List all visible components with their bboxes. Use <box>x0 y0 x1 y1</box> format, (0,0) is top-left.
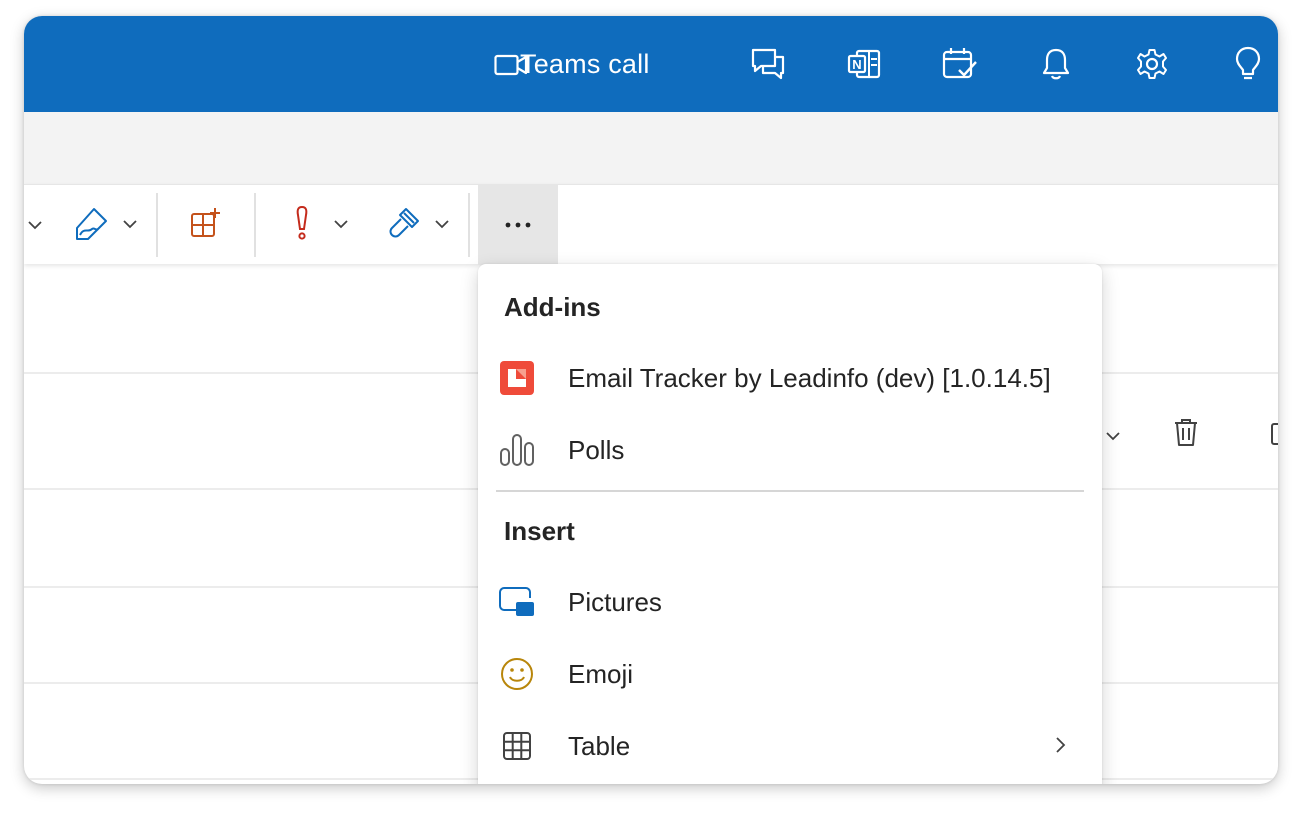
gear-icon[interactable] <box>1132 44 1172 84</box>
chevron-down-icon <box>434 216 450 234</box>
leadinfo-logo-icon <box>498 359 536 397</box>
command-band <box>24 112 1278 184</box>
trash-icon[interactable] <box>1170 414 1202 450</box>
addins-header: Add-ins <box>504 292 601 322</box>
more-options-icon <box>504 216 532 234</box>
menu-item-email-tracker[interactable]: Email Tracker by Leadinfo (dev) [1.0.14.… <box>478 346 1102 410</box>
signature-icon <box>74 205 110 246</box>
top-bar: Teams call N <box>24 16 1278 112</box>
format-painter-button[interactable] <box>384 185 454 265</box>
outlook-window: Teams call N Add-ins Email Tracker by Le… <box>24 16 1278 784</box>
apps-add-button[interactable] <box>180 185 232 265</box>
menu-item-label: Email Tracker by Leadinfo (dev) [1.0.14.… <box>568 362 1051 393</box>
onenote-icon[interactable]: N <box>844 44 884 84</box>
menu-item-polls[interactable]: Polls <box>478 418 1102 482</box>
ribbon-divider <box>254 193 256 257</box>
insert-header: Insert <box>504 516 575 546</box>
calendar-check-icon[interactable] <box>940 44 980 84</box>
chevron-down-icon <box>122 216 138 234</box>
menu-item-label: Table <box>568 730 631 761</box>
menu-item-table[interactable]: Table <box>478 714 1102 778</box>
chevron-down-icon[interactable] <box>1100 426 1126 446</box>
table-grid-icon <box>498 727 536 765</box>
emoji-smile-icon <box>498 655 536 693</box>
video-camera-icon <box>494 54 528 81</box>
archive-icon[interactable] <box>1270 420 1278 448</box>
menu-item-pictures[interactable]: Pictures <box>478 570 1102 634</box>
menu-divider <box>496 490 1084 492</box>
chevron-right-icon <box>1054 736 1066 759</box>
importance-icon <box>293 205 311 246</box>
more-options-button[interactable] <box>478 185 558 265</box>
chevron-down-icon <box>333 216 349 234</box>
teams-call-label: Teams call <box>520 48 650 79</box>
signature-button[interactable] <box>68 185 144 265</box>
format-painter-icon <box>388 207 420 244</box>
ribbon-toolbar <box>24 184 1278 265</box>
svg-text:N: N <box>852 57 861 72</box>
chevron-down-icon[interactable] <box>24 185 46 265</box>
apps-add-icon <box>189 206 223 245</box>
menu-item-label: Pictures <box>568 586 662 617</box>
bell-icon[interactable] <box>1036 44 1076 84</box>
ribbon-divider <box>156 193 158 257</box>
ribbon-divider <box>468 193 470 257</box>
menu-item-label: Polls <box>568 434 625 465</box>
polls-bars-icon <box>498 431 536 469</box>
menu-item-label: Emoji <box>568 658 634 689</box>
teams-call-button[interactable]: Teams call <box>486 40 650 88</box>
menu-item-emoji[interactable]: Emoji <box>478 642 1102 706</box>
lightbulb-icon[interactable] <box>1228 44 1268 84</box>
picture-icon <box>498 583 536 621</box>
chat-icon[interactable] <box>748 44 788 84</box>
importance-button[interactable] <box>286 185 356 265</box>
more-options-menu: Add-ins Email Tracker by Leadinfo (dev) … <box>478 264 1102 784</box>
